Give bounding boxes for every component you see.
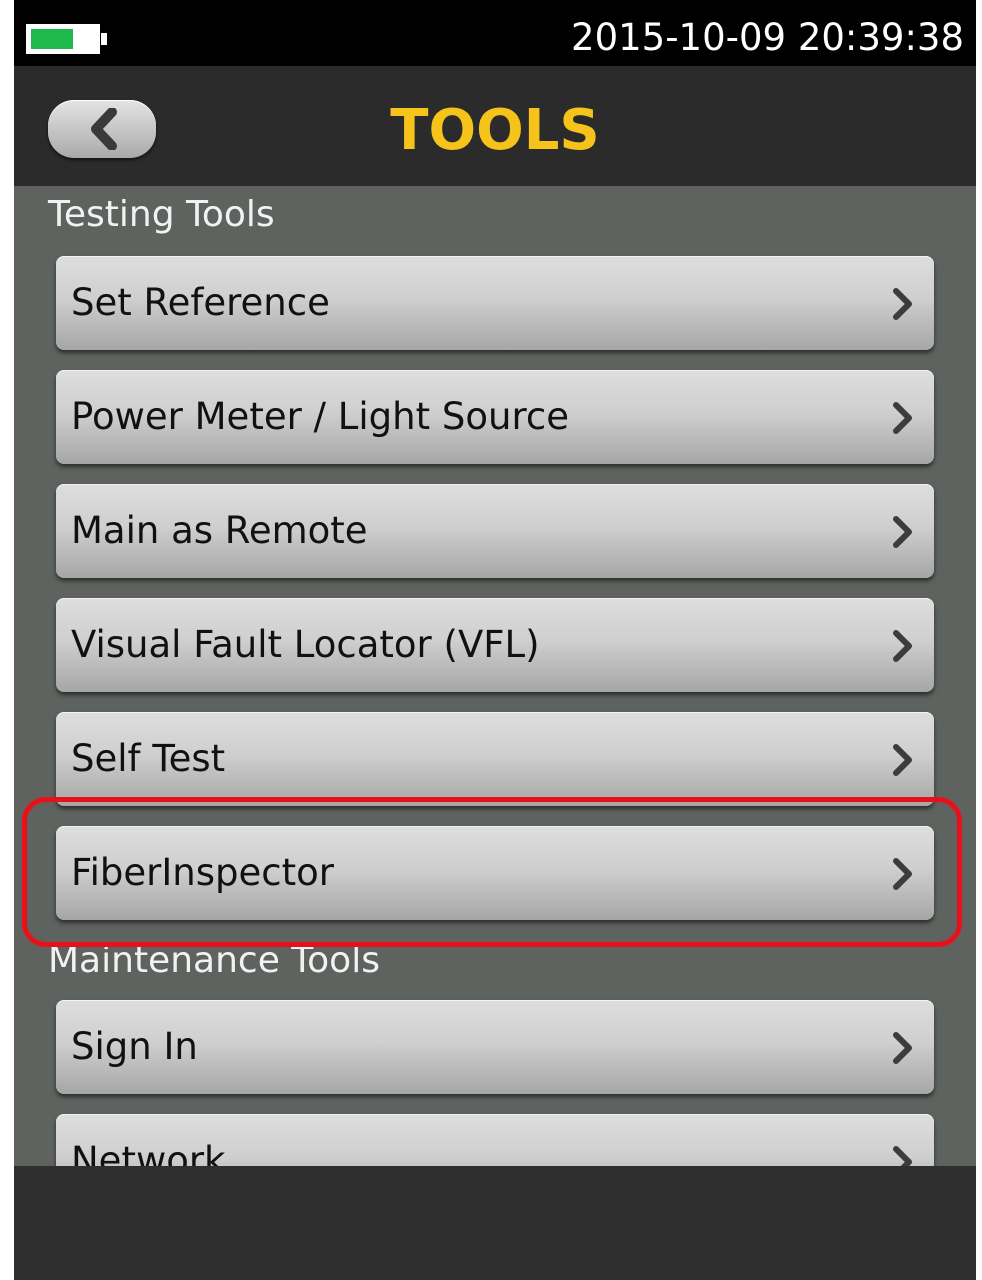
chevron-right-icon [893, 1146, 912, 1166]
menu-item-power-meter-light-source[interactable]: Power Meter / Light Source [56, 370, 934, 464]
menu-item-sign-in[interactable]: Sign In [56, 1000, 934, 1094]
chevron-right-icon [893, 288, 912, 320]
menu-item-self-test[interactable]: Self Test [56, 712, 934, 806]
fiberinspector-highlight-box [22, 797, 962, 947]
device-screen: 2015-10-09 20:39:38 TOOLS Testing Tools … [14, 0, 976, 1280]
chevron-right-icon [893, 744, 912, 776]
menu-item-label: Network [71, 1139, 226, 1166]
title-bar: TOOLS [14, 66, 976, 186]
chevron-right-icon [893, 1032, 912, 1064]
battery-icon [26, 24, 107, 54]
menu-item-main-as-remote[interactable]: Main as Remote [56, 484, 934, 578]
chevron-right-icon [893, 516, 912, 548]
menu-item-label: Main as Remote [71, 509, 368, 552]
menu-item-visual-fault-locator[interactable]: Visual Fault Locator (VFL) [56, 598, 934, 692]
status-bar: 2015-10-09 20:39:38 [14, 0, 976, 66]
menu-item-network[interactable]: Network [56, 1114, 934, 1166]
menu-item-label: Set Reference [71, 281, 330, 324]
menu-item-set-reference[interactable]: Set Reference [56, 256, 934, 350]
bottom-bar [14, 1166, 976, 1280]
menu-item-label: Sign In [71, 1025, 198, 1068]
clock: 2015-10-09 20:39:38 [571, 16, 964, 59]
chevron-right-icon [893, 402, 912, 434]
menu-item-label: Self Test [71, 737, 226, 780]
page-title: TOOLS [390, 98, 600, 163]
menu-item-label: Visual Fault Locator (VFL) [71, 623, 540, 666]
menu-item-label: Power Meter / Light Source [71, 395, 569, 438]
tools-list[interactable]: Testing Tools Set Reference Power Meter … [14, 186, 976, 1166]
section-testing-tools: Testing Tools [48, 194, 275, 235]
chevron-right-icon [893, 630, 912, 662]
